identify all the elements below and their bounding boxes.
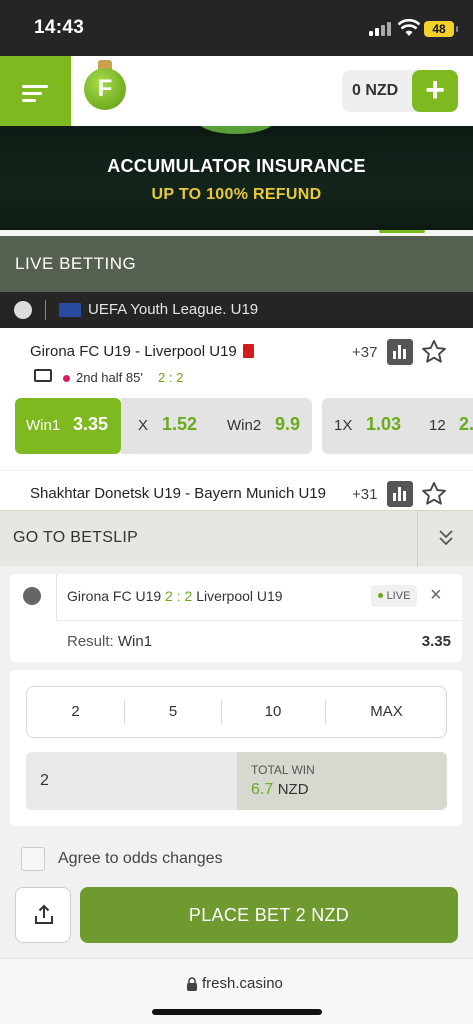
odd-value: 1.52 — [162, 414, 198, 434]
signal-icon — [369, 22, 391, 36]
favorite-star-icon[interactable] — [420, 480, 448, 508]
betslip-header[interactable]: GO TO BETSLIP — [0, 510, 473, 567]
lock-icon — [187, 977, 197, 991]
odd-win2-button[interactable]: Win2 9.9 — [216, 398, 312, 454]
banner-pagination-active[interactable] — [379, 230, 425, 233]
selection-match: Girona FC U19 2 : 2 Liverpool U19 — [67, 588, 283, 604]
match-period: 2nd half 85' — [76, 370, 143, 385]
preset-10-button[interactable]: 10 — [222, 687, 324, 737]
odd-value: 3.35 — [73, 414, 109, 434]
odd-12-button[interactable]: 12 2. — [417, 398, 473, 454]
total-win-amount: 6.7 NZD — [251, 781, 309, 799]
fresh-logo[interactable]: F — [84, 68, 126, 110]
wifi-icon — [398, 19, 420, 36]
agree-odds-label[interactable]: Agree to odds changes — [58, 850, 223, 868]
remove-selection-close-icon[interactable]: × — [430, 584, 442, 607]
stake-input[interactable]: 2 TOTAL WIN 6.7 NZD — [26, 752, 447, 810]
match-teams: Girona FC U19 - Liverpool U19 — [30, 343, 237, 360]
site-header: F 0 NZD + — [0, 56, 473, 126]
more-markets-count[interactable]: +31 — [352, 486, 377, 503]
live-betting-title: LIVE BETTING — [15, 254, 137, 273]
divider — [56, 574, 57, 620]
odd-value: 1.03 — [366, 414, 402, 434]
result-value: Win1 — [117, 633, 153, 650]
team-away: Liverpool U19 — [196, 588, 283, 604]
odd-value: 2. — [459, 414, 473, 434]
favorite-star-icon[interactable] — [420, 338, 448, 366]
odd-label: Win1 — [26, 417, 61, 434]
status-time: 14:43 — [34, 17, 85, 38]
menu-button[interactable] — [0, 56, 71, 126]
deposit-plus-button[interactable]: + — [412, 70, 458, 112]
promo-banner[interactable]: ACCUMULATOR INSURANCE UP TO 100% REFUND — [0, 126, 473, 230]
banner-title: ACCUMULATOR INSURANCE — [107, 156, 366, 176]
agree-odds-checkbox[interactable] — [21, 847, 45, 871]
selection-result: Result: Win1 — [67, 633, 152, 650]
league-name: UEFA Youth League. U19 — [88, 301, 259, 318]
red-card-icon — [242, 344, 254, 358]
live-badge: LIVE — [371, 585, 417, 607]
odd-label: X — [138, 417, 149, 434]
battery-icon: 48 — [424, 21, 458, 37]
odd-x-button[interactable]: X 1.52 — [121, 398, 216, 454]
team-home: Girona FC U19 — [67, 588, 162, 604]
betslip-title: GO TO BETSLIP — [13, 529, 139, 546]
odd-1x-button[interactable]: 1X 1.03 — [322, 398, 417, 454]
share-icon — [35, 904, 53, 924]
status-bar: 14:43 48 — [0, 0, 473, 56]
odd-label: 12 — [429, 417, 446, 434]
share-button[interactable] — [15, 887, 71, 943]
betslip-selection: Girona FC U19 2 : 2 Liverpool U19 LIVE ×… — [10, 574, 462, 662]
total-win-value: 6.7 — [251, 781, 274, 798]
football-icon — [23, 587, 41, 605]
match-title[interactable]: Girona FC U19 - Liverpool U19 — [30, 343, 254, 360]
match-card[interactable]: Shakhtar Donetsk U19 - Bayern Munich U19… — [0, 470, 473, 510]
more-markets-count[interactable]: +37 — [352, 344, 377, 361]
league-bar[interactable]: UEFA Youth League. U19 — [0, 292, 473, 328]
balance-widget[interactable]: 0 NZD + — [342, 70, 458, 112]
browser-url-bar[interactable]: fresh.casino — [0, 958, 473, 1024]
odd-label: 1X — [334, 417, 353, 434]
currency: NZD — [277, 781, 309, 798]
tv-icon[interactable] — [34, 369, 52, 382]
divider — [45, 300, 46, 320]
total-win-label: TOTAL WIN — [251, 763, 315, 777]
live-badge-label: LIVE — [386, 590, 411, 602]
odd-win1-button[interactable]: Win1 3.35 — [15, 398, 121, 454]
total-win-box: TOTAL WIN 6.7 NZD — [237, 752, 447, 810]
stats-icon[interactable] — [387, 339, 413, 365]
live-indicator-dot — [63, 375, 70, 382]
result-label: Result: — [67, 633, 114, 650]
place-bet-button[interactable]: PLACE BET 2 NZD — [80, 887, 458, 943]
double-chevron-down-icon — [439, 530, 453, 546]
match-teams: Shakhtar Donetsk U19 - Bayern Munich U19 — [30, 485, 326, 502]
url-text: fresh.casino — [202, 975, 283, 992]
banner-subtitle: UP TO 100% REFUND — [151, 186, 322, 203]
stake-value: 2 — [40, 772, 49, 789]
preset-5-button[interactable]: 5 — [125, 687, 221, 737]
eu-flag-icon — [59, 303, 81, 317]
divider — [56, 620, 462, 621]
odd-label: Win2 — [227, 417, 262, 434]
home-indicator[interactable] — [152, 1009, 322, 1015]
preset-max-button[interactable]: MAX — [326, 687, 447, 737]
stats-icon[interactable] — [387, 481, 413, 507]
stake-presets: 2 5 10 MAX — [26, 686, 447, 738]
balance-amount: 0 NZD — [352, 82, 399, 99]
banner-graphic — [196, 126, 276, 134]
odd-value: 9.9 — [275, 414, 301, 434]
match-score: 2 : 2 — [158, 370, 184, 385]
collapse-betslip-button[interactable] — [417, 511, 473, 567]
live-betting-header[interactable]: LIVE BETTING — [0, 236, 473, 292]
preset-2-button[interactable]: 2 — [27, 687, 124, 737]
selection-odd: 3.35 — [421, 633, 451, 650]
selection-score: 2 : 2 — [165, 588, 193, 604]
football-icon — [14, 301, 32, 319]
stake-panel: 2 5 10 MAX 2 TOTAL WIN 6.7 NZD — [10, 670, 462, 826]
